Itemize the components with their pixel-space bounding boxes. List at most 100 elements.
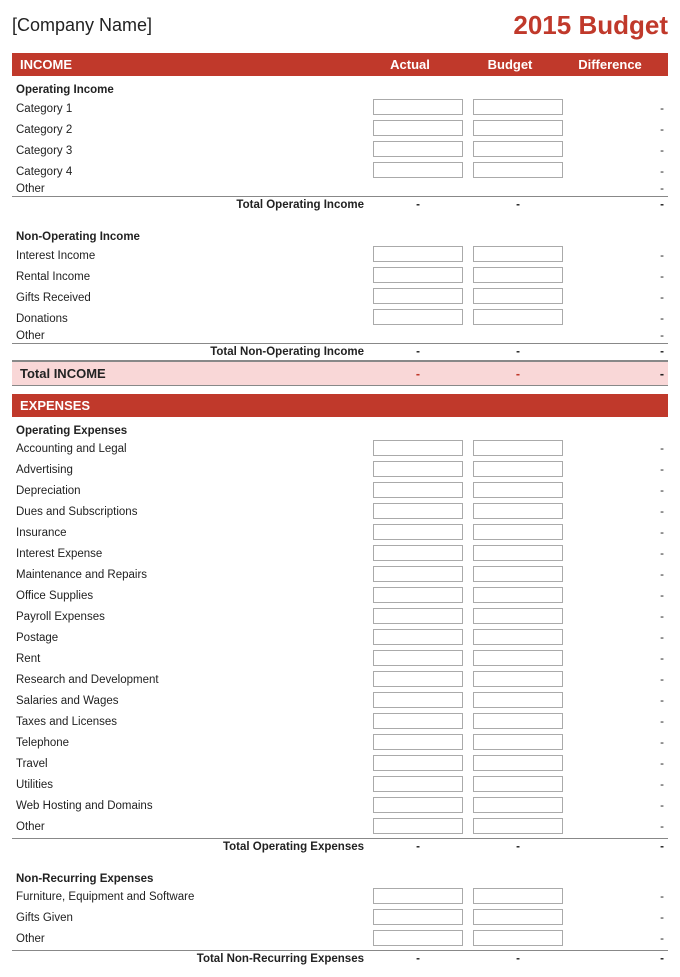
item-label: Dues and Subscriptions: [12, 502, 368, 523]
actual-input[interactable]: [373, 888, 463, 904]
actual-input[interactable]: [373, 734, 463, 750]
budget-input[interactable]: [473, 692, 563, 708]
actual-input[interactable]: [373, 629, 463, 645]
diff-value: -: [568, 329, 668, 344]
budget-input[interactable]: [473, 608, 563, 624]
actual-input[interactable]: [373, 587, 463, 603]
total-non-operating-diff: -: [568, 344, 668, 362]
item-label: Other: [12, 329, 368, 344]
item-label: Office Supplies: [12, 586, 368, 607]
budget-input[interactable]: [473, 776, 563, 792]
actual-input[interactable]: [373, 288, 463, 304]
budget-input[interactable]: [473, 671, 563, 687]
budget-input[interactable]: [473, 818, 563, 834]
budget-input[interactable]: [473, 120, 563, 136]
budget-input[interactable]: [473, 713, 563, 729]
total-non-rec-actual: -: [368, 950, 468, 967]
budget-input-cell: [468, 502, 568, 523]
actual-input-cell: [368, 245, 468, 266]
actual-input-cell: [368, 544, 468, 565]
budget-input[interactable]: [473, 524, 563, 540]
table-row: Travel -: [12, 754, 668, 775]
total-op-exp-diff: -: [568, 838, 668, 855]
item-label: Travel: [12, 754, 368, 775]
actual-input[interactable]: [373, 930, 463, 946]
actual-input-cell: [368, 796, 468, 817]
actual-input[interactable]: [373, 461, 463, 477]
budget-input[interactable]: [473, 566, 563, 582]
actual-input[interactable]: [373, 503, 463, 519]
budget-input[interactable]: [473, 440, 563, 456]
item-label: Category 1: [12, 98, 368, 119]
actual-input[interactable]: [373, 797, 463, 813]
expenses-section-header: EXPENSES: [12, 394, 668, 417]
col-diff: Difference: [560, 57, 660, 72]
budget-input[interactable]: [473, 734, 563, 750]
table-row: Taxes and Licenses -: [12, 712, 668, 733]
actual-input[interactable]: [373, 440, 463, 456]
budget-input[interactable]: [473, 267, 563, 283]
total-operating-diff: -: [568, 197, 668, 214]
budget-input[interactable]: [473, 755, 563, 771]
budget-input[interactable]: [473, 797, 563, 813]
item-label: Gifts Given: [12, 908, 368, 929]
item-label: Rental Income: [12, 266, 368, 287]
actual-input[interactable]: [373, 309, 463, 325]
actual-input[interactable]: [373, 99, 463, 115]
budget-input[interactable]: [473, 309, 563, 325]
item-label: Advertising: [12, 460, 368, 481]
budget-input[interactable]: [473, 288, 563, 304]
actual-input[interactable]: [373, 650, 463, 666]
budget-input[interactable]: [473, 141, 563, 157]
total-operating-income-label: Total Operating Income: [12, 197, 368, 214]
income-section-header: INCOME Actual Budget Difference: [12, 53, 668, 76]
actual-input[interactable]: [373, 755, 463, 771]
table-row: Telephone -: [12, 733, 668, 754]
budget-input[interactable]: [473, 888, 563, 904]
actual-input[interactable]: [373, 776, 463, 792]
diff-value: -: [568, 502, 668, 523]
actual-input-cell: [368, 308, 468, 329]
actual-input[interactable]: [373, 120, 463, 136]
actual-input[interactable]: [373, 246, 463, 262]
table-row: Maintenance and Repairs -: [12, 565, 668, 586]
diff-value: -: [568, 712, 668, 733]
budget-input-cell: [468, 607, 568, 628]
budget-input[interactable]: [473, 482, 563, 498]
total-non-recurring-label: Total Non-Recurring Expenses: [12, 950, 368, 967]
budget-input[interactable]: [473, 909, 563, 925]
actual-input[interactable]: [373, 545, 463, 561]
actual-input[interactable]: [373, 162, 463, 178]
actual-input[interactable]: [373, 818, 463, 834]
table-row: Gifts Given -: [12, 908, 668, 929]
spacer-row: [12, 213, 668, 223]
budget-input[interactable]: [473, 99, 563, 115]
actual-input-cell: [368, 329, 468, 344]
budget-input[interactable]: [473, 246, 563, 262]
actual-input[interactable]: [373, 482, 463, 498]
table-row: Category 3 -: [12, 140, 668, 161]
budget-input[interactable]: [473, 545, 563, 561]
actual-input[interactable]: [373, 608, 463, 624]
actual-input[interactable]: [373, 524, 463, 540]
diff-value: -: [568, 754, 668, 775]
actual-input[interactable]: [373, 566, 463, 582]
total-non-operating-income-label: Total Non-Operating Income: [12, 344, 368, 362]
actual-input[interactable]: [373, 267, 463, 283]
budget-input-cell: [468, 523, 568, 544]
actual-input-cell: [368, 887, 468, 908]
actual-input[interactable]: [373, 671, 463, 687]
budget-input[interactable]: [473, 162, 563, 178]
budget-input[interactable]: [473, 930, 563, 946]
table-row: Depreciation -: [12, 481, 668, 502]
actual-input[interactable]: [373, 692, 463, 708]
budget-input[interactable]: [473, 629, 563, 645]
actual-input[interactable]: [373, 713, 463, 729]
budget-input[interactable]: [473, 650, 563, 666]
budget-input[interactable]: [473, 461, 563, 477]
budget-input[interactable]: [473, 587, 563, 603]
actual-input[interactable]: [373, 141, 463, 157]
budget-input[interactable]: [473, 503, 563, 519]
actual-input[interactable]: [373, 909, 463, 925]
operating-income-label: Operating Income: [12, 76, 668, 98]
